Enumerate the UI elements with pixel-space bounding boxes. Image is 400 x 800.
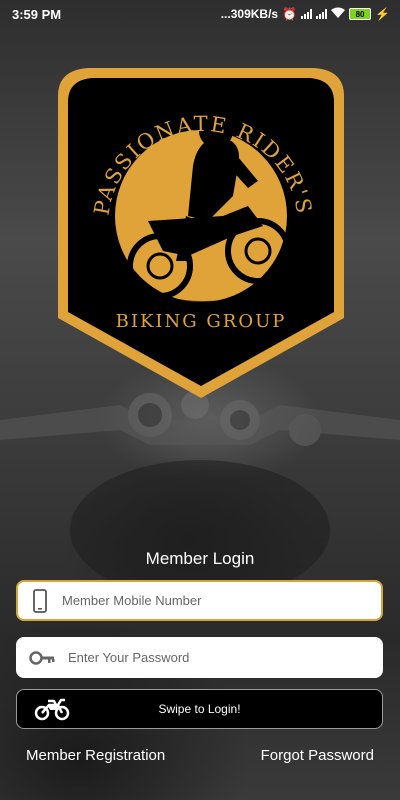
status-bar: 3:59 PM ...309KB/s ⏰ 80 ⚡ <box>0 0 400 28</box>
key-icon <box>16 650 68 665</box>
battery-level: 80 <box>355 9 365 19</box>
alarm-off-icon: ⏰ <box>282 7 298 21</box>
mobile-number-input[interactable] <box>62 585 362 616</box>
signal-icon <box>301 9 313 19</box>
swipe-label: Swipe to Login! <box>158 702 241 716</box>
status-time: 3:59 PM <box>12 6 62 22</box>
wifi-icon <box>331 7 346 21</box>
phone-icon <box>18 588 62 613</box>
status-icons: ...309KB/s ⏰ 80 ⚡ <box>221 7 390 21</box>
network-speed: ...309KB/s <box>220 7 279 21</box>
password-input[interactable] <box>68 642 368 673</box>
swipe-to-login-slider[interactable]: Swipe to Login! <box>16 689 383 729</box>
logo-bottom-text: BIKING GROUP <box>116 311 287 332</box>
signal-icon <box>316 9 328 19</box>
mobile-number-field[interactable] <box>16 580 383 621</box>
member-registration-link[interactable]: Member Registration <box>26 747 165 764</box>
motorcycle-icon[interactable] <box>17 697 87 721</box>
forgot-password-link[interactable]: Forgot Password <box>261 747 374 764</box>
biking-group-logo: PASSIONATE RIDER'S BIKING GROUP <box>58 68 344 398</box>
charging-icon: ⚡ <box>375 7 390 21</box>
login-title: Member Login <box>145 549 255 568</box>
footer-links: Member Registration Forgot Password <box>26 747 374 764</box>
password-field[interactable] <box>16 637 383 678</box>
battery-icon: 80 <box>349 8 372 20</box>
